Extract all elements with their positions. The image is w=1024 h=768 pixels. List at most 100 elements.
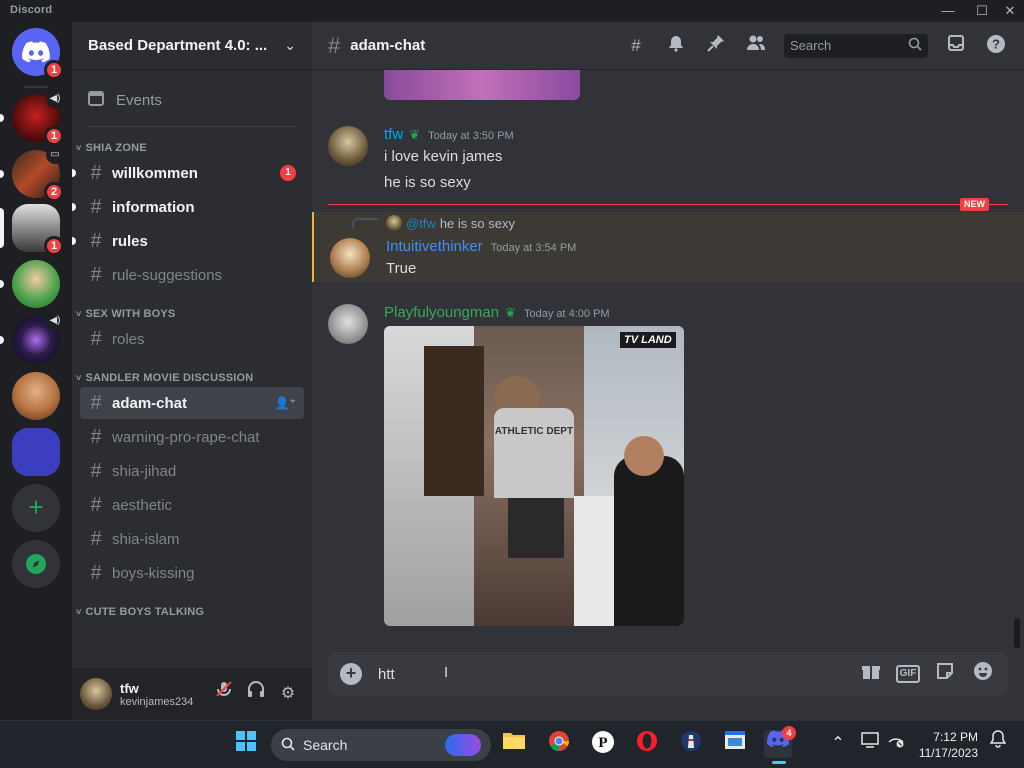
server-mention-badge: 1 bbox=[44, 236, 64, 256]
channel-aesthetic[interactable]: # aesthetic bbox=[80, 489, 304, 521]
file-explorer-icon[interactable] bbox=[500, 730, 528, 758]
chevron-up-icon[interactable]: ⌃ bbox=[824, 730, 852, 758]
notification-bell-icon[interactable] bbox=[984, 730, 1012, 758]
gift-icon[interactable] bbox=[858, 661, 884, 687]
mute-microphone-icon[interactable] bbox=[208, 678, 240, 710]
plus-icon: + bbox=[12, 484, 60, 532]
channel-willkommen[interactable]: # willkommen 1 bbox=[72, 157, 304, 189]
add-server-button[interactable]: + bbox=[12, 484, 60, 532]
channel-shia-jihad[interactable]: # shia-jihad bbox=[80, 455, 304, 487]
server-header[interactable]: Based Department 4.0: ... ⌄ bbox=[72, 22, 312, 70]
create-invite-icon[interactable]: 👤⁺ bbox=[275, 396, 296, 410]
discord-taskbar-icon[interactable]: 4 bbox=[764, 726, 796, 764]
message-tfw: tfw ❦ Today at 3:50 PM i love kevin jame… bbox=[312, 124, 1024, 204]
category-sandler-movie-discussion[interactable]: ˅ SANDLER MOVIE DISCUSSION bbox=[72, 357, 312, 385]
member-list-icon[interactable] bbox=[744, 34, 768, 58]
user-avatar[interactable] bbox=[80, 678, 112, 710]
close-button[interactable]: ✕ bbox=[1000, 2, 1020, 20]
server-mention-badge: 1 bbox=[44, 126, 64, 146]
app-lighthouse-icon[interactable] bbox=[677, 730, 705, 758]
channel-roles[interactable]: # roles bbox=[80, 323, 304, 355]
display-icon[interactable] bbox=[856, 730, 884, 758]
server-icon-5[interactable]: ◀) bbox=[12, 312, 64, 364]
message-input[interactable]: htt bbox=[378, 666, 846, 683]
hash-icon: # bbox=[90, 229, 102, 252]
new-messages-divider bbox=[328, 204, 1008, 205]
channel-information[interactable]: # information bbox=[72, 191, 304, 223]
windows-start-icon[interactable] bbox=[232, 730, 260, 758]
channel-rules[interactable]: # rules bbox=[72, 225, 304, 257]
chevron-down-icon: ˅ bbox=[76, 607, 82, 617]
message-playfulyoungman: Playfulyoungman ❦ Today at 4:00 PM TV LA… bbox=[312, 302, 1024, 632]
server-icon-6[interactable] bbox=[12, 372, 60, 420]
channel-adam-chat[interactable]: # adam-chat 👤⁺ bbox=[80, 387, 304, 419]
category-shia-zone[interactable]: ˅ SHIA ZONE bbox=[72, 127, 312, 155]
active-app-indicator bbox=[772, 761, 786, 764]
channel-label: aesthetic bbox=[112, 496, 173, 514]
attach-plus-icon[interactable]: + bbox=[340, 663, 362, 685]
author-name[interactable]: Playfulyoungman bbox=[384, 304, 499, 321]
pandora-icon[interactable]: P bbox=[589, 730, 617, 758]
server-icon-1[interactable]: ◀) 1 bbox=[12, 90, 64, 146]
sticker-icon[interactable] bbox=[932, 661, 958, 687]
home-button[interactable]: 1 bbox=[12, 28, 64, 80]
gif-bystander bbox=[614, 456, 684, 626]
headphones-icon[interactable] bbox=[240, 678, 272, 710]
unread-indicator bbox=[0, 170, 4, 178]
author-avatar[interactable] bbox=[330, 238, 370, 278]
hash-icon: # bbox=[90, 493, 102, 516]
app-window-icon[interactable] bbox=[721, 730, 749, 758]
new-messages-tag: NEW bbox=[960, 198, 989, 211]
threads-icon[interactable]: # bbox=[624, 34, 648, 58]
server-icon-7[interactable] bbox=[12, 428, 60, 476]
message-timestamp: Today at 3:54 PM bbox=[490, 242, 577, 254]
channel-rule-suggestions[interactable]: # rule-suggestions bbox=[80, 259, 304, 291]
chrome-icon[interactable] bbox=[545, 730, 573, 758]
gear-icon[interactable]: ⚙ bbox=[272, 678, 304, 710]
server-mention-badge: 2 bbox=[44, 182, 64, 202]
gif-icon[interactable]: GIF bbox=[896, 665, 920, 683]
search-input[interactable]: Search bbox=[784, 33, 928, 58]
author-name[interactable]: Intuitivethinker bbox=[386, 238, 483, 255]
pin-icon[interactable] bbox=[704, 34, 728, 58]
author-name[interactable]: tfw bbox=[384, 126, 403, 143]
emoji-icon[interactable] bbox=[970, 661, 996, 687]
user-display-name: tfw bbox=[120, 680, 139, 696]
category-sex-with-boys[interactable]: ˅ SEX WITH BOYS bbox=[72, 293, 312, 321]
maximize-button[interactable]: ☐ bbox=[972, 2, 992, 20]
user-names[interactable]: tfw kevinjames234 bbox=[120, 681, 208, 708]
help-icon[interactable]: ? bbox=[984, 34, 1008, 58]
channel-boys-kissing[interactable]: # boys-kissing bbox=[80, 557, 304, 589]
opera-icon[interactable] bbox=[633, 730, 661, 758]
gif-attachment[interactable]: TV LAND ATHLETIC DEPT bbox=[384, 326, 684, 626]
taskbar-search[interactable]: Search bbox=[271, 729, 491, 761]
author-avatar[interactable] bbox=[328, 304, 368, 344]
server-icon-4[interactable] bbox=[12, 260, 60, 308]
category-cute-boys-talking[interactable]: ˅ CUTE BOYS TALKING bbox=[72, 591, 312, 619]
inbox-icon[interactable] bbox=[944, 34, 968, 58]
events-label: Events bbox=[116, 91, 162, 109]
channel-label: shia-jihad bbox=[112, 462, 177, 480]
user-username: kevinjames234 bbox=[120, 695, 194, 708]
mention-badge: 1 bbox=[280, 165, 296, 181]
gif-shorts bbox=[508, 498, 564, 558]
system-clock[interactable]: 7:12 PM 11/17/2023 bbox=[908, 729, 978, 761]
channel-warning-pro-rape-chat[interactable]: # warning-pro-rape-chat bbox=[80, 421, 304, 453]
scrollbar[interactable] bbox=[1014, 618, 1020, 648]
channel-shia-islam[interactable]: # shia-islam bbox=[80, 523, 304, 555]
server-icon-2[interactable]: ▭ 2 bbox=[12, 146, 64, 202]
author-avatar[interactable] bbox=[328, 126, 368, 166]
previous-gif-attachment[interactable] bbox=[384, 70, 580, 100]
explore-servers-button[interactable] bbox=[12, 540, 60, 588]
clock-time: 7:12 PM bbox=[933, 730, 978, 744]
server-icon-3[interactable]: 1 bbox=[12, 204, 64, 256]
chevron-down-icon: ˅ bbox=[76, 143, 82, 153]
minimize-button[interactable]: — bbox=[938, 2, 958, 20]
unread-indicator bbox=[72, 169, 76, 177]
network-disconnected-icon[interactable] bbox=[882, 730, 910, 758]
bell-icon[interactable] bbox=[664, 34, 688, 58]
compass-icon bbox=[12, 540, 60, 588]
events-item[interactable]: Events bbox=[80, 82, 304, 118]
bing-chat-icon bbox=[445, 734, 481, 756]
reply-preview[interactable]: @tfw he is so sexy bbox=[386, 215, 515, 231]
